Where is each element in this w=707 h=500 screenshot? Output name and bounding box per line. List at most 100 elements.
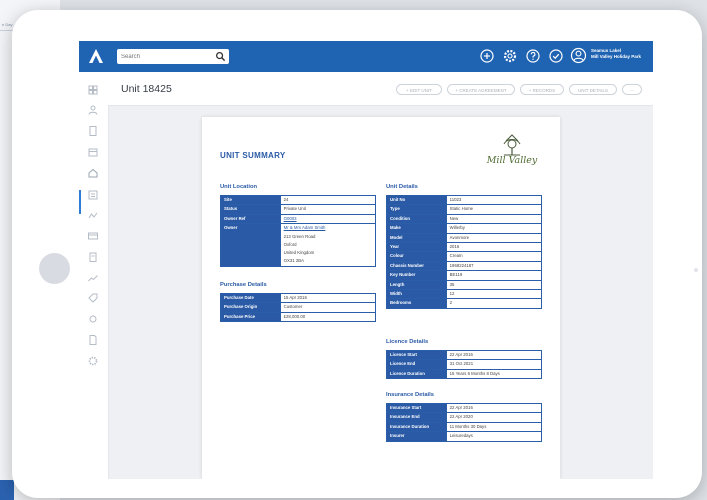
licence-label: Licence End [386,359,447,370]
tag-icon[interactable] [87,292,99,304]
list-icon[interactable] [87,189,99,201]
calendar-icon[interactable] [87,146,99,158]
table-row: Condition New [386,213,543,225]
unit-details-table: Unit No 11023 Type Static Home Condition New M… [386,194,543,309]
unit-detail-label: Condition [386,213,447,225]
purchase-value: 15 Apr 2016 [279,292,377,304]
background-label: e Day [2,22,13,27]
analytics-icon[interactable] [87,272,99,284]
settings-icon[interactable] [87,313,99,325]
unit-detail-label: Year [386,242,447,253]
unit-location-heading: Unit Location [220,184,258,190]
unit-location-value: Mr & Mrs Adam Smith 213 Green Road Oxford U… [279,223,377,267]
gear-icon[interactable] [502,48,518,64]
unit-summary-document: UNIT SUMMARY Mill Valley Unit Location S… [202,117,560,479]
clipboard-icon[interactable] [87,251,99,263]
unit-detail-value: 2 [445,298,543,309]
table-row: Licence Duration 15 Years 6 Months 8 Days [386,368,543,380]
table-row: Key Number BE119 [386,270,543,281]
unit-detail-label: Width [386,289,447,300]
unit-detail-value: 2016 [445,242,543,253]
table-row: Length 35 [386,279,543,291]
unit-detail-value: New [445,213,543,225]
table-row: Licence Start 22 Apr 2016 [386,349,543,361]
chart-icon[interactable] [87,210,99,222]
licence-details-heading: Licence Details [386,339,429,345]
licence-value: 15 Years 6 Months 8 Days [445,368,543,380]
tablet-camera [694,268,698,272]
licence-label: Licence Duration [386,368,447,380]
create-agreement-button[interactable]: + CREATE AGREEMENT [447,84,515,95]
unit-detail-label: Chassis Number [386,260,447,272]
insurance-value: 22 Apr 2020 [445,412,543,423]
table-row: Owner Ref O0003 [220,213,377,225]
table-row: Status Private Unit [220,204,377,215]
unit-location-label: Site [220,194,281,206]
table-row: Width 12 [386,289,543,300]
user-organisation: Mill Valley Holiday Park [591,54,642,59]
card-icon[interactable] [87,230,99,242]
more-options-button[interactable]: ⋯ [622,84,642,95]
add-circle-icon[interactable] [479,48,495,64]
brand-logo: Mill Valley [482,133,542,177]
unit-detail-value: 11023 [445,194,543,206]
licence-value: 22 Apr 2016 [445,349,543,361]
licence-value: 31 Oct 2021 [445,359,543,370]
help-icon[interactable] [525,48,541,64]
table-row: Insurance Start 22 Apr 2016 [386,402,543,414]
unit-detail-label: Length [386,279,447,291]
unit-detail-value: Cream [445,251,543,262]
palm-tree-icon [503,134,521,156]
table-row: Licence End 31 Oct 2021 [386,359,543,370]
table-row: Colour Cream [386,251,543,262]
people-icon[interactable] [87,104,99,116]
app-screen: Seamus Lakel Mill Valley Holiday Park Un… [79,41,653,479]
table-row: Make Willerby [386,223,543,234]
edit-unit-button[interactable]: + EDIT UNIT [396,84,442,95]
insurance-value: 11 Months 30 Days [445,421,543,433]
document-icon[interactable] [87,125,99,137]
unit-location-value: 24 [279,194,377,206]
user-info[interactable]: Seamus Lakel Mill Valley Holiday Park [591,48,641,60]
table-row: Owner Mr & Mrs Adam Smith 213 Green Road Ox… [220,223,377,267]
unit-location-label: Owner Ref [220,213,281,225]
table-row: Purchase Origin Customer [220,302,377,313]
home-icon[interactable] [87,167,99,179]
user-icon[interactable] [570,47,587,64]
unit-location-table: Site 24 Status Private Unit Owner Ref O0003 Ow… [220,194,377,267]
owner-address-line: OX31 2BA [283,258,304,264]
tablet-home-button [39,253,70,284]
search-icon[interactable] [215,51,226,62]
unit-details-heading: Unit Details [386,184,418,190]
unit-location-label: Status [220,204,281,215]
insurance-details-heading: Insurance Details [386,392,435,398]
page-title: Unit 18425 [121,83,172,95]
unit-details-button[interactable]: UNIT DETAILS [569,84,617,95]
table-row: Model Avonmore [386,232,543,244]
unit-detail-label: Unit No [386,194,447,206]
background-bottom-bar [0,480,14,500]
licence-details-table: Licence Start 22 Apr 2016 Licence End 31 Oc… [386,349,543,380]
gear-icon[interactable] [87,355,99,367]
unit-detail-value: Static Home [445,204,543,215]
unit-detail-label: Key Number [386,270,447,281]
search-input[interactable] [117,49,212,64]
table-row: Insurance Duration 11 Months 30 Days [386,421,543,433]
unit-location-value: Private Unit [279,204,377,215]
document-title: UNIT SUMMARY [220,151,286,160]
owner-address-line: Oxford [283,241,297,247]
dashboard-icon[interactable] [87,84,99,96]
table-row: Chassis Number 1968224187 [386,260,543,272]
search-box[interactable] [117,49,229,64]
purchase-details-table: Purchase Date 15 Apr 2016 Purchase Origin C… [220,292,377,323]
owner-name-link[interactable]: Mr & Mrs Adam Smith [284,224,372,232]
app-logo-icon[interactable] [87,47,105,65]
table-row: Insurance End 22 Apr 2020 [386,412,543,423]
records-button[interactable]: + RECORDS [520,84,564,95]
unit-location-value[interactable]: O0003 [279,213,377,225]
insurance-label: Insurance Duration [386,421,447,433]
insurance-label: Insurance End [386,412,447,423]
check-circle-icon[interactable] [548,48,564,64]
file-icon[interactable] [87,334,99,346]
unit-detail-label: Type [386,204,447,215]
